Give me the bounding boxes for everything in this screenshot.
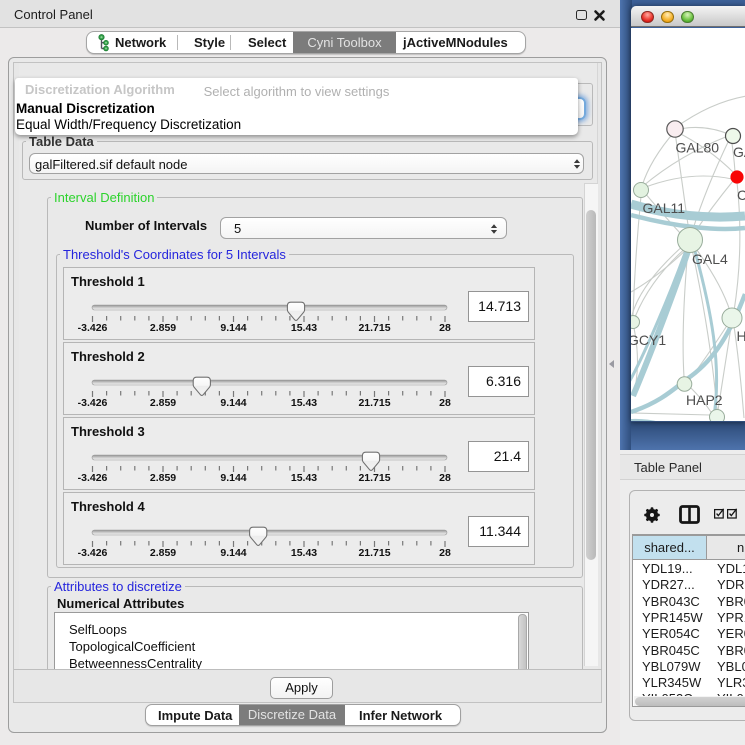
svg-text:9.144: 9.144 (220, 472, 246, 484)
svg-text:28: 28 (439, 547, 451, 559)
svg-text:9.144: 9.144 (220, 397, 246, 409)
svg-text:-3.426: -3.426 (78, 472, 108, 484)
svg-text:9.144: 9.144 (220, 547, 246, 559)
svg-text:2.859: 2.859 (150, 547, 176, 559)
svg-text:2.859: 2.859 (150, 472, 176, 484)
svg-text:21.715: 21.715 (358, 322, 390, 334)
svg-text:15.43: 15.43 (291, 547, 317, 559)
svg-text:GCY1: GCY1 (631, 332, 666, 348)
svg-text:GAL4: GAL4 (692, 251, 728, 267)
svg-text:21.715: 21.715 (358, 472, 390, 484)
svg-text:GAL80: GAL80 (676, 140, 720, 156)
svg-text:28: 28 (439, 322, 451, 334)
svg-text:21.715: 21.715 (358, 547, 390, 559)
svg-text:C: C (737, 187, 745, 203)
svg-text:-3.426: -3.426 (78, 397, 108, 409)
svg-text:28: 28 (439, 397, 451, 409)
svg-text:15.43: 15.43 (291, 397, 317, 409)
svg-text:2.859: 2.859 (150, 397, 176, 409)
svg-text:28: 28 (439, 472, 451, 484)
svg-text:15.43: 15.43 (291, 322, 317, 334)
svg-text:GA: GA (733, 144, 745, 160)
svg-text:-3.426: -3.426 (78, 547, 108, 559)
svg-text:2.859: 2.859 (150, 322, 176, 334)
svg-text:-3.426: -3.426 (78, 322, 108, 334)
svg-text:9.144: 9.144 (220, 322, 246, 334)
svg-text:HI: HI (737, 328, 745, 344)
svg-text:GAL11: GAL11 (643, 200, 686, 216)
svg-text:15.43: 15.43 (291, 472, 317, 484)
svg-text:HAP2: HAP2 (686, 392, 723, 408)
svg-text:21.715: 21.715 (358, 397, 390, 409)
